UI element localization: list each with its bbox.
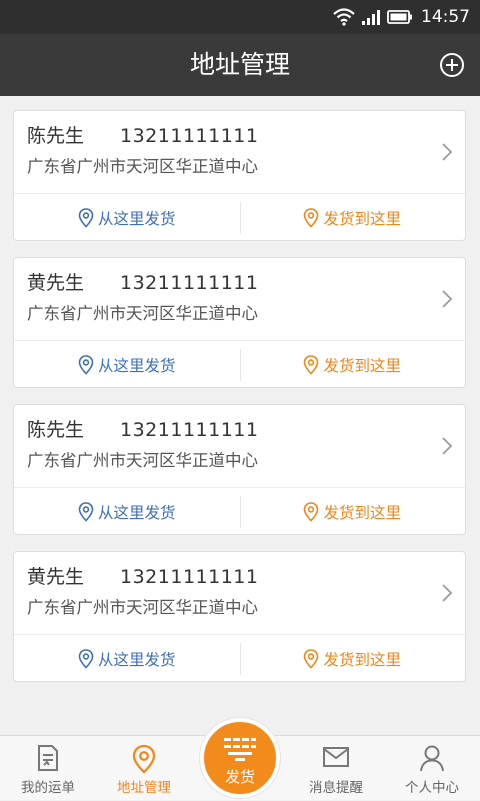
ship-to-label: 发货到这里 <box>323 356 401 375</box>
location-pin-icon <box>304 648 319 669</box>
location-pin-icon <box>78 354 94 375</box>
ship-from-here-button[interactable]: 从这里发货 <box>14 635 240 682</box>
contact-name: 陈先生 <box>27 419 85 441</box>
chevron-right-icon <box>442 584 453 602</box>
ship-from-here-button[interactable]: 从这里发货 <box>14 341 240 388</box>
ship-to-label: 发货到这里 <box>323 503 401 522</box>
ship-from-here-button[interactable]: 从这里发货 <box>14 488 240 535</box>
ship-to-here-button[interactable]: 发货到这里 <box>240 635 466 682</box>
ship-to-here-button[interactable]: 发货到这里 <box>240 341 466 388</box>
signal-icon <box>362 10 380 25</box>
add-address-button[interactable] <box>438 51 466 79</box>
battery-icon <box>387 10 412 24</box>
address-info[interactable]: 黄先生 13211111111 广东省广州市天河区华正道中心 <box>14 552 465 634</box>
wifi-icon <box>333 8 355 26</box>
ship-icon <box>224 738 256 761</box>
tab-my-waybills[interactable]: 我的运单 <box>0 736 96 801</box>
contact-name: 陈先生 <box>27 125 85 147</box>
address-info[interactable]: 陈先生 13211111111 广东省广州市天河区华正道中心 <box>14 405 465 487</box>
address-info[interactable]: 黄先生 13211111111 广东省广州市天河区华正道中心 <box>14 258 465 340</box>
tab-label: 地址管理 <box>117 780 171 796</box>
contact-name: 黄先生 <box>27 272 85 294</box>
document-icon <box>38 745 58 771</box>
ship-to-label: 发货到这里 <box>323 209 401 228</box>
chevron-right-icon <box>442 143 453 161</box>
contact-address: 广东省广州市天河区华正道中心 <box>27 157 258 176</box>
ship-from-label: 从这里发货 <box>97 356 176 375</box>
tab-label: 个人中心 <box>405 780 459 796</box>
contact-name: 黄先生 <box>27 566 85 588</box>
location-pin-icon <box>304 207 319 228</box>
address-card: 陈先生 13211111111 广东省广州市天河区华正道中心 从这里发货 发货到… <box>13 404 466 535</box>
address-card: 黄先生 13211111111 广东省广州市天河区华正道中心 从这里发货 发货到… <box>13 257 466 388</box>
ship-to-here-button[interactable]: 发货到这里 <box>240 194 466 241</box>
location-pin-icon <box>304 354 319 375</box>
envelope-icon <box>323 747 349 767</box>
person-icon <box>420 745 444 772</box>
contact-phone: 13211111111 <box>120 419 259 441</box>
contact-address: 广东省广州市天河区华正道中心 <box>27 598 258 617</box>
contact-address: 广东省广州市天河区华正道中心 <box>27 451 258 470</box>
status-time: 14:57 <box>421 7 470 27</box>
ship-from-label: 从这里发货 <box>97 650 176 669</box>
contact-address: 广东省广州市天河区华正道中心 <box>27 304 258 323</box>
location-pin-icon <box>132 744 156 774</box>
ship-from-here-button[interactable]: 从这里发货 <box>14 194 240 241</box>
ship-to-here-button[interactable]: 发货到这里 <box>240 488 466 535</box>
tab-label: 我的运单 <box>21 780 75 796</box>
address-info[interactable]: 陈先生 13211111111 广东省广州市天河区华正道中心 <box>14 111 465 193</box>
contact-phone: 13211111111 <box>120 272 259 294</box>
status-bar: 14:57 <box>0 0 480 34</box>
page-title: 地址管理 <box>189 50 290 79</box>
ship-to-label: 发货到这里 <box>323 650 401 669</box>
title-bar: 地址管理 <box>0 34 480 96</box>
location-pin-icon <box>78 648 94 669</box>
location-pin-icon <box>304 501 319 522</box>
location-pin-icon <box>78 207 94 228</box>
contact-phone: 13211111111 <box>120 566 259 588</box>
tab-address-management[interactable]: 地址管理 <box>96 736 192 801</box>
ship-button-label: 发货 <box>224 768 255 786</box>
tab-notifications[interactable]: 消息提醒 <box>288 736 384 801</box>
address-card: 陈先生 13211111111 广东省广州市天河区华正道中心 从这里发货 发货到… <box>13 110 466 241</box>
tab-profile[interactable]: 个人中心 <box>384 736 480 801</box>
ship-from-label: 从这里发货 <box>97 209 176 228</box>
contact-phone: 13211111111 <box>120 125 259 147</box>
location-pin-icon <box>78 501 94 522</box>
chevron-right-icon <box>442 290 453 308</box>
address-card: 黄先生 13211111111 广东省广州市天河区华正道中心 从这里发货 发货到… <box>13 551 466 682</box>
ship-from-label: 从这里发货 <box>97 503 176 522</box>
chevron-right-icon <box>442 437 453 455</box>
tab-label: 消息提醒 <box>309 780 363 796</box>
ship-button[interactable]: 发货 <box>200 718 280 798</box>
